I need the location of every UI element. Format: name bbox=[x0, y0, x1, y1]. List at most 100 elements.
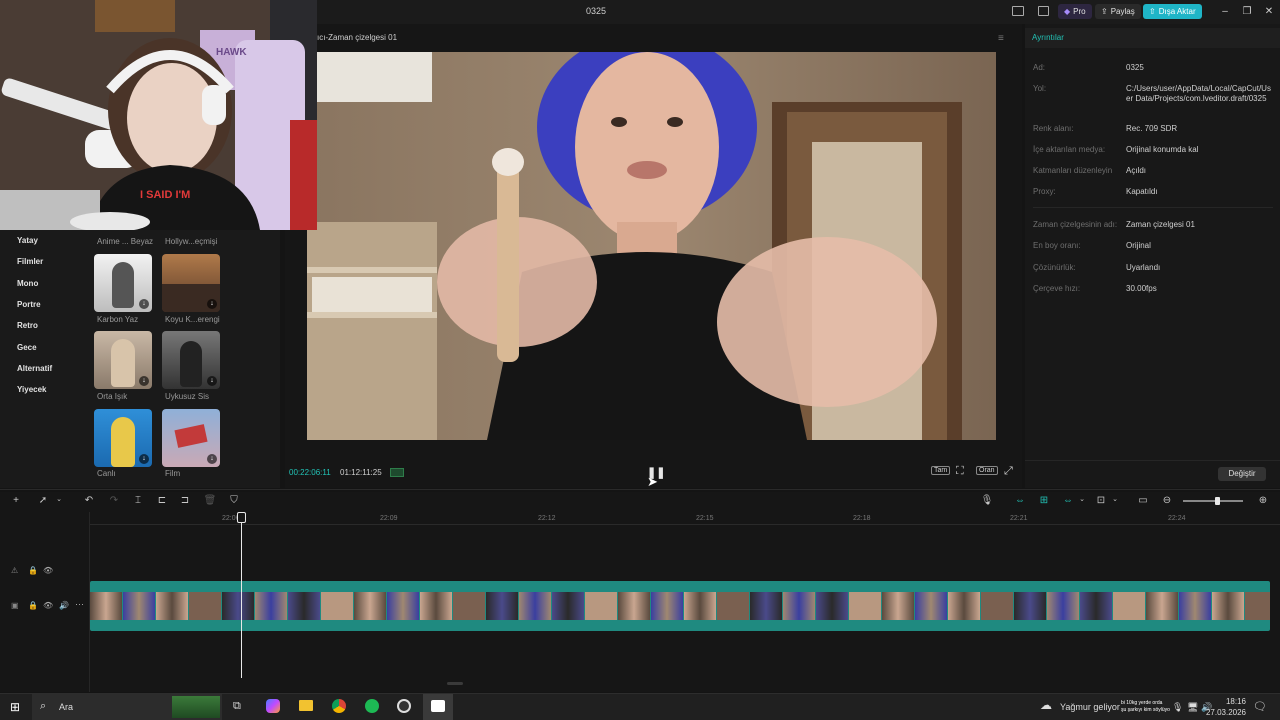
trim-right-icon[interactable]: ⊐ bbox=[178, 495, 192, 506]
download-icon[interactable]: ↓ bbox=[139, 376, 149, 386]
chevron-down-icon[interactable]: ⌄ bbox=[1108, 495, 1122, 503]
notification-preview[interactable]: bi 10kg yerde orda şu şarkıyı kim söylüy… bbox=[1121, 700, 1170, 714]
full-button[interactable]: Tam bbox=[931, 466, 951, 475]
share-button[interactable]: ⇪ Paylaş bbox=[1095, 4, 1141, 19]
filter-thumb-film[interactable]: ↓ bbox=[162, 409, 220, 467]
delete-icon[interactable]: 🗑 bbox=[203, 495, 217, 506]
download-icon[interactable]: ↓ bbox=[139, 454, 149, 464]
lock-icon[interactable]: 🔒 bbox=[28, 566, 38, 575]
minimize-icon[interactable]: – bbox=[1214, 4, 1236, 20]
download-icon[interactable]: ↓ bbox=[207, 299, 217, 309]
export-label: Dışa Aktar bbox=[1158, 7, 1196, 16]
chevron-down-icon[interactable]: ⌄ bbox=[52, 495, 66, 503]
eye-icon[interactable]: 👁 bbox=[43, 601, 53, 610]
detail-label: Ad: bbox=[1033, 63, 1046, 72]
more-icon[interactable]: ⋯ bbox=[75, 599, 84, 610]
zoom-slider-handle[interactable] bbox=[1215, 497, 1220, 505]
lock-icon[interactable]: 🔒 bbox=[28, 601, 38, 610]
clip-frame bbox=[717, 592, 749, 620]
maximize-icon[interactable]: ❐ bbox=[1236, 4, 1258, 20]
redo-icon[interactable]: ↷ bbox=[107, 495, 121, 506]
task-view-icon[interactable]: ⧉ bbox=[233, 700, 241, 713]
link-clips-icon[interactable]: ⇔ bbox=[1013, 495, 1027, 506]
network-icon[interactable]: 🖥 bbox=[1187, 702, 1198, 713]
weather-icon[interactable]: ☁ bbox=[1040, 698, 1052, 712]
ruler-label: 22:21 bbox=[1010, 515, 1028, 522]
playhead[interactable] bbox=[241, 512, 242, 678]
detail-value: Zaman çizelgesi 01 bbox=[1126, 220, 1195, 229]
zoom-slider[interactable] bbox=[1183, 500, 1243, 502]
chrome-icon[interactable] bbox=[332, 699, 346, 713]
export-button[interactable]: ⇧ Dışa Aktar bbox=[1143, 4, 1202, 19]
track-audio-off-icon[interactable]: ⚠ bbox=[11, 566, 18, 575]
playhead-handle[interactable] bbox=[237, 512, 246, 523]
category-horizontal[interactable]: Yatay bbox=[17, 236, 38, 245]
microphone-tray-icon[interactable]: 🎙 bbox=[1172, 702, 1183, 713]
layout-icon[interactable] bbox=[1012, 6, 1024, 16]
windows-start-icon[interactable]: ⊞ bbox=[10, 700, 20, 714]
filter-thumb-medium-light[interactable]: ↓ bbox=[94, 331, 152, 389]
spotify-icon[interactable] bbox=[365, 699, 379, 713]
category-alternative[interactable]: Alternatif bbox=[17, 364, 52, 373]
file-explorer-icon[interactable] bbox=[299, 700, 313, 711]
microphone-icon[interactable]: 🎙 bbox=[980, 495, 994, 506]
caption-icon[interactable]: ▭ bbox=[1136, 495, 1150, 506]
download-icon[interactable]: ↓ bbox=[207, 454, 217, 464]
filter-thumb-sleepless-fog[interactable]: ↓ bbox=[162, 331, 220, 389]
change-button[interactable]: Değiştir bbox=[1218, 467, 1266, 481]
snap-icon[interactable]: ⇔ bbox=[1061, 495, 1075, 506]
category-night[interactable]: Gece bbox=[17, 343, 37, 352]
timeline-scrollbar[interactable] bbox=[447, 682, 463, 685]
video-clip[interactable] bbox=[90, 581, 1270, 631]
waveform-icon[interactable] bbox=[390, 468, 404, 477]
taskbar-search[interactable]: ⌕ Ara bbox=[32, 694, 222, 720]
category-films[interactable]: Filmler bbox=[17, 257, 43, 266]
category-mono[interactable]: Mono bbox=[17, 279, 38, 288]
filter-label: Orta Işık bbox=[97, 392, 128, 401]
clip-frame bbox=[882, 592, 914, 620]
weather-text[interactable]: Yağmur geliyor bbox=[1060, 702, 1120, 712]
clock[interactable]: 18:16 27.03.2026 bbox=[1204, 696, 1246, 718]
notification-bell-icon[interactable]: 🗨 bbox=[1253, 700, 1267, 713]
cover-icon[interactable]: ▣ bbox=[11, 601, 19, 610]
player-menu-icon[interactable]: ≡ bbox=[998, 33, 1004, 44]
shortcut-icon[interactable] bbox=[1038, 6, 1049, 16]
category-portrait[interactable]: Portre bbox=[17, 300, 41, 309]
close-icon[interactable]: ✕ bbox=[1258, 4, 1280, 20]
speaker-icon[interactable]: 🔊 bbox=[59, 601, 69, 610]
download-icon[interactable]: ↓ bbox=[207, 376, 217, 386]
video-preview[interactable] bbox=[307, 52, 996, 440]
undo-icon[interactable]: ↶ bbox=[82, 495, 96, 506]
magnet-icon[interactable]: ⊞ bbox=[1037, 495, 1051, 506]
split-icon[interactable]: ⌶ bbox=[131, 495, 145, 506]
zoom-in-icon[interactable]: ⊕ bbox=[1256, 495, 1270, 506]
category-food[interactable]: Yiyecek bbox=[17, 385, 47, 394]
detail-label: Renk alanı: bbox=[1033, 124, 1074, 133]
filter-thumb-vivid[interactable]: ↓ bbox=[94, 409, 152, 467]
preview-axis-icon[interactable]: ⊡ bbox=[1094, 495, 1108, 506]
clip-frame bbox=[1047, 592, 1079, 620]
clip-frame bbox=[585, 592, 617, 620]
filter-thumb-carbon[interactable]: ↓ bbox=[94, 254, 152, 312]
zoom-out-icon[interactable]: ⊖ bbox=[1160, 495, 1174, 506]
download-icon[interactable]: ↓ bbox=[139, 299, 149, 309]
ratio-button[interactable]: Oran bbox=[976, 466, 998, 475]
eye-icon[interactable]: 👁 bbox=[43, 566, 53, 575]
copilot-icon[interactable] bbox=[266, 699, 280, 713]
select-cursor-icon[interactable]: ➚ bbox=[36, 495, 50, 506]
add-icon[interactable]: + bbox=[9, 495, 23, 506]
crop-icon[interactable]: ⛶ bbox=[956, 465, 964, 478]
trim-left-icon[interactable]: ⊏ bbox=[155, 495, 169, 506]
filter-thumb-dark-tone[interactable]: ↓ bbox=[162, 254, 220, 312]
capcut-taskbar-item[interactable] bbox=[423, 694, 453, 720]
shield-icon[interactable]: ⛉ bbox=[227, 495, 241, 506]
chevron-down-icon[interactable]: ⌄ bbox=[1075, 495, 1089, 503]
pro-button[interactable]: ◆ Pro bbox=[1058, 4, 1092, 19]
diamond-icon: ◆ bbox=[1064, 7, 1071, 16]
obs-icon[interactable] bbox=[397, 699, 411, 713]
filter-label: Film bbox=[165, 469, 181, 478]
category-retro[interactable]: Retro bbox=[17, 321, 38, 330]
clip-frame bbox=[156, 592, 188, 620]
clip-frame bbox=[1014, 592, 1046, 620]
fullscreen-icon[interactable]: ⤢ bbox=[1004, 465, 1013, 478]
